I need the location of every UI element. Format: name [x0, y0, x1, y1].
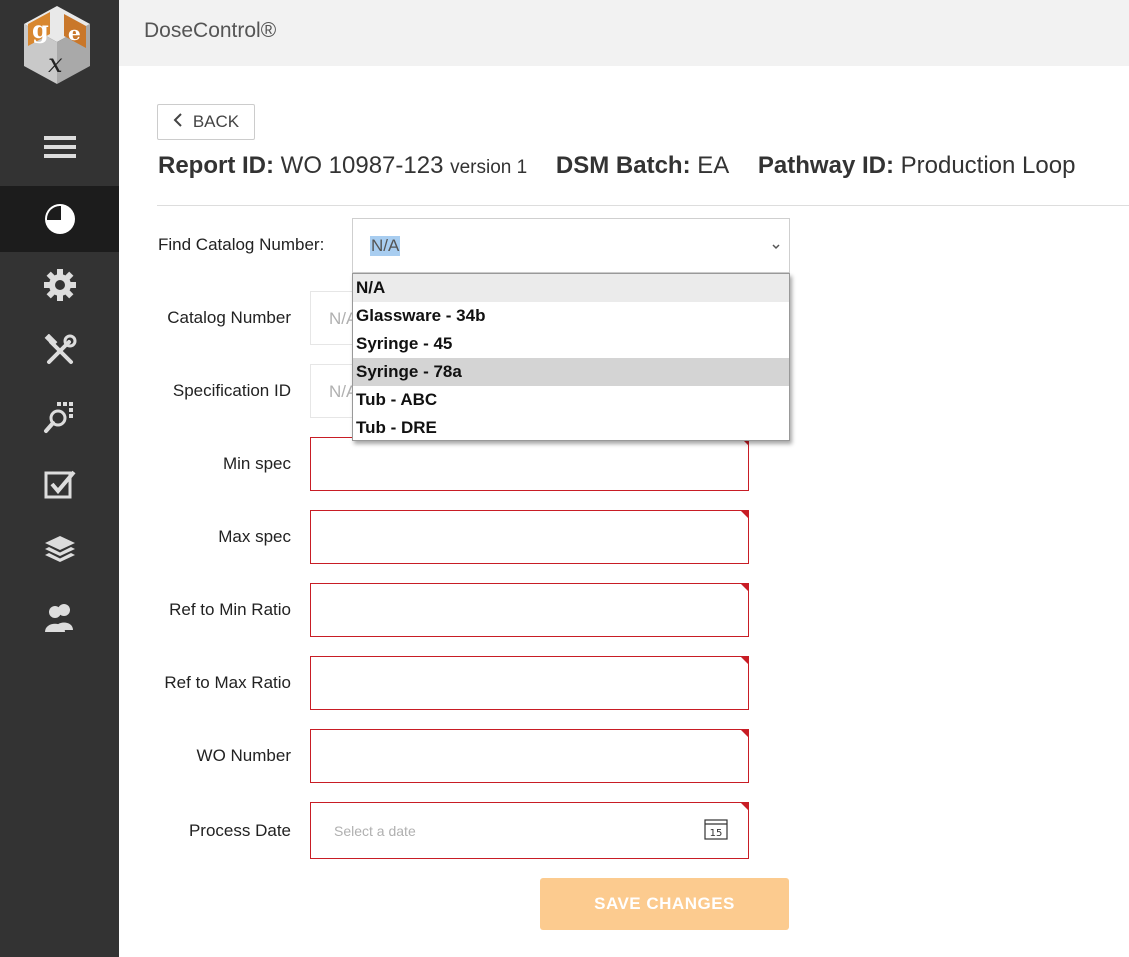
max-spec-input[interactable]: [310, 510, 749, 564]
find-catalog-select[interactable]: N/A: [352, 218, 790, 273]
dropdown-option[interactable]: N/A: [353, 274, 789, 302]
gear-icon: [43, 268, 77, 302]
gex-logo[interactable]: g e x: [20, 4, 94, 86]
report-header: Report ID: WO 10987-123 version 1 DSM Ba…: [158, 152, 1075, 180]
svg-text:e: e: [68, 21, 81, 45]
required-marker: [741, 511, 748, 518]
chevron-left-icon: [173, 112, 183, 133]
layers-icon: [43, 533, 77, 567]
menu-icon: [43, 135, 76, 159]
max-spec-label: Max spec: [218, 527, 291, 546]
process-date-placeholder: Select a date: [334, 823, 416, 839]
top-bar: DoseControl®: [119, 0, 1129, 66]
required-marker: [741, 803, 748, 810]
dropdown-option[interactable]: Syringe - 45: [353, 330, 789, 358]
nav-dashboard[interactable]: [0, 186, 119, 252]
tools-icon: [43, 334, 77, 368]
chevron-down-icon: [771, 239, 781, 257]
users-icon: [43, 600, 77, 634]
pathway-id-label: Pathway ID:: [757, 152, 894, 179]
report-id-value: WO 10987-123: [280, 152, 444, 179]
required-marker: [741, 584, 748, 591]
back-button[interactable]: BACK: [157, 104, 255, 140]
ref-min-ratio-label: Ref to Min Ratio: [169, 600, 291, 619]
report-id-label: Report ID:: [158, 152, 274, 179]
process-date-label: Process Date: [188, 821, 291, 840]
find-catalog-selected-value: N/A: [370, 236, 401, 256]
pie-chart-icon: [43, 202, 77, 236]
required-marker: [741, 657, 748, 664]
svg-text:g: g: [32, 15, 49, 44]
ref-max-ratio-input[interactable]: [310, 656, 749, 710]
catalog-dropdown-list: N/A Glassware - 34b Syringe - 45 Syringe…: [352, 273, 790, 441]
app-title: DoseControl®: [144, 19, 277, 42]
dropdown-option[interactable]: Syringe - 78a: [353, 358, 789, 386]
calendar-icon[interactable]: 15: [704, 818, 728, 845]
catalog-number-label: Catalog Number: [167, 308, 291, 327]
wo-number-label: WO Number: [196, 746, 291, 765]
sidebar: g e x: [0, 0, 119, 957]
back-label: BACK: [192, 112, 240, 131]
min-spec-label: Min spec: [222, 454, 291, 473]
dropdown-option[interactable]: Tub - DRE: [353, 414, 789, 442]
dsm-batch-label: DSM Batch:: [555, 152, 691, 179]
pathway-id-value: Production Loop: [900, 152, 1076, 179]
min-spec-input[interactable]: [310, 437, 749, 491]
nav-tasks[interactable]: [0, 452, 119, 518]
nav-menu[interactable]: [0, 114, 119, 180]
dsm-batch-value: EA: [697, 152, 730, 179]
wo-number-input[interactable]: [310, 729, 749, 783]
nav-tools[interactable]: [0, 318, 119, 384]
divider: [157, 205, 1129, 206]
nav-layers[interactable]: [0, 517, 119, 583]
process-date-input[interactable]: Select a date 15: [310, 802, 749, 859]
ref-max-ratio-label: Ref to Max Ratio: [164, 673, 291, 692]
save-changes-button[interactable]: SAVE CHANGES: [540, 878, 789, 930]
find-catalog-label: Find Catalog Number:: [158, 235, 325, 254]
svg-text:x: x: [48, 49, 63, 79]
nav-search[interactable]: [0, 384, 119, 450]
specification-id-label: Specification ID: [172, 381, 291, 400]
search-grid-icon: [43, 400, 77, 434]
required-marker: [741, 730, 748, 737]
nav-users[interactable]: [0, 584, 119, 650]
svg-text:15: 15: [710, 828, 723, 839]
nav-settings[interactable]: [0, 252, 119, 318]
report-version: version 1: [450, 157, 528, 178]
ref-min-ratio-input[interactable]: [310, 583, 749, 637]
dropdown-option[interactable]: Glassware - 34b: [353, 302, 789, 330]
dropdown-option[interactable]: Tub - ABC: [353, 386, 789, 414]
checkbox-icon: [43, 468, 77, 502]
